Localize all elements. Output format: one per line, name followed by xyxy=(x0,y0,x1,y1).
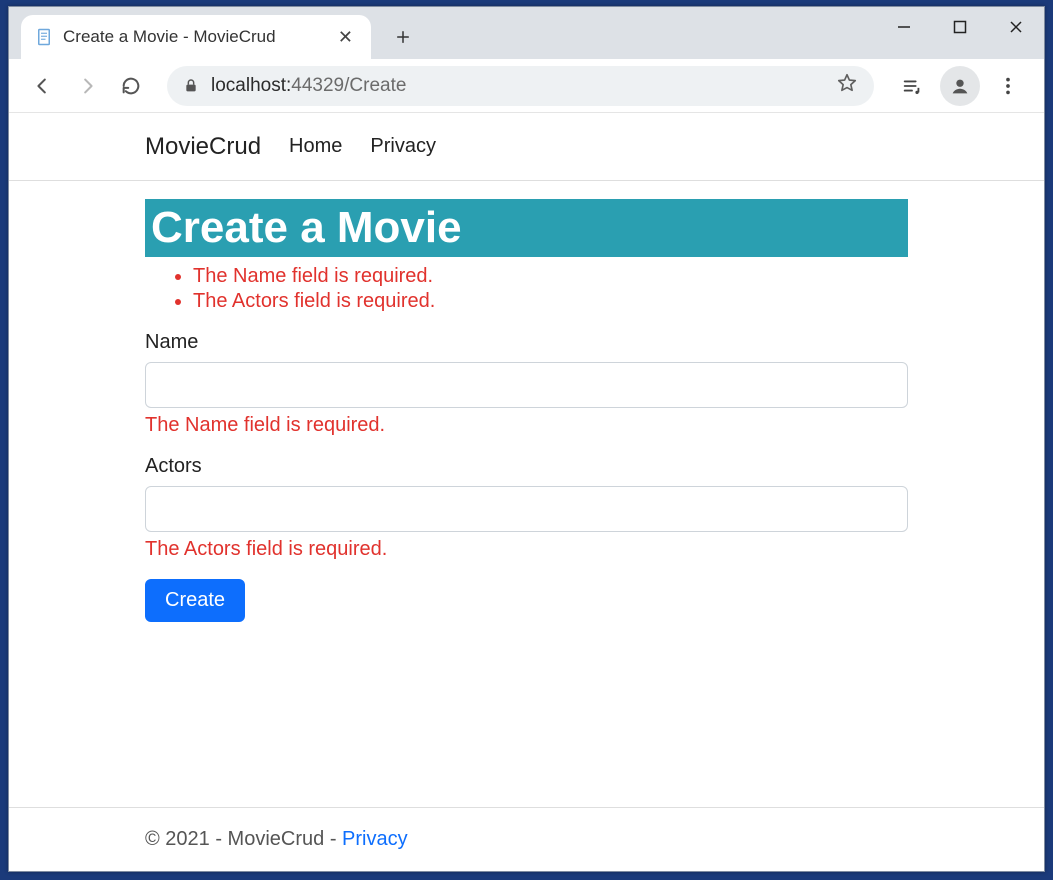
tab-close-icon[interactable]: ✕ xyxy=(334,27,357,48)
name-error: The Name field is required. xyxy=(145,414,908,437)
form-group-name: Name The Name field is required. xyxy=(145,331,908,437)
tab-strip: Create a Movie - MovieCrud ✕ xyxy=(9,7,1044,59)
url-text: localhost:44329/Create xyxy=(211,75,406,97)
back-button[interactable] xyxy=(25,68,61,104)
new-tab-button[interactable] xyxy=(385,19,421,55)
browser-window: Create a Movie - MovieCrud ✕ localhos xyxy=(8,6,1045,872)
kebab-menu-icon[interactable] xyxy=(988,66,1028,106)
site-navbar: MovieCrud Home Privacy xyxy=(9,113,1044,181)
window-maximize-button[interactable] xyxy=(932,7,988,47)
main-container: Create a Movie The Name field is require… xyxy=(9,181,1044,807)
validation-summary: The Name field is required. The Actors f… xyxy=(145,265,908,313)
footer-privacy-link[interactable]: Privacy xyxy=(342,828,408,850)
url-host: localhost: xyxy=(211,75,291,96)
footer-text: © 2021 - MovieCrud - xyxy=(145,828,342,850)
window-minimize-button[interactable] xyxy=(876,7,932,47)
name-label: Name xyxy=(145,331,908,354)
page-title: Create a Movie xyxy=(145,199,908,257)
site-footer: © 2021 - MovieCrud - Privacy xyxy=(9,807,1044,871)
actors-input[interactable] xyxy=(145,486,908,532)
page-favicon-icon xyxy=(35,28,53,46)
url-path: 44329/Create xyxy=(291,75,406,96)
create-button[interactable]: Create xyxy=(145,579,245,622)
reload-button[interactable] xyxy=(113,68,149,104)
actors-error: The Actors field is required. xyxy=(145,538,908,561)
nav-privacy-link[interactable]: Privacy xyxy=(370,135,436,158)
window-close-button[interactable] xyxy=(988,7,1044,47)
media-control-icon[interactable] xyxy=(892,66,932,106)
form-group-actors: Actors The Actors field is required. xyxy=(145,455,908,561)
profile-avatar-icon[interactable] xyxy=(940,66,980,106)
forward-button[interactable] xyxy=(69,68,105,104)
window-controls xyxy=(876,7,1044,47)
tab-title: Create a Movie - MovieCrud xyxy=(63,27,324,47)
actors-label: Actors xyxy=(145,455,908,478)
lock-icon xyxy=(183,78,199,94)
brand-link[interactable]: MovieCrud xyxy=(145,133,261,161)
validation-summary-item: The Actors field is required. xyxy=(193,290,908,313)
browser-tab[interactable]: Create a Movie - MovieCrud ✕ xyxy=(21,15,371,59)
name-input[interactable] xyxy=(145,362,908,408)
address-bar[interactable]: localhost:44329/Create xyxy=(167,66,874,106)
browser-toolbar: localhost:44329/Create xyxy=(9,59,1044,113)
bookmark-star-icon[interactable] xyxy=(836,72,858,100)
page-viewport: MovieCrud Home Privacy Create a Movie Th… xyxy=(9,113,1044,871)
nav-home-link[interactable]: Home xyxy=(289,135,342,158)
form-group-submit: Create xyxy=(145,579,908,622)
validation-summary-item: The Name field is required. xyxy=(193,265,908,288)
